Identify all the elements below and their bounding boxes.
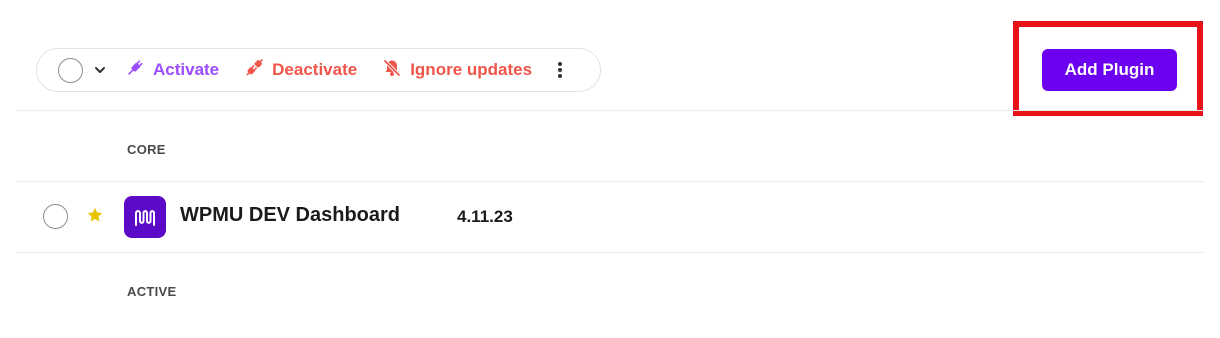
activate-button[interactable]: Activate [125, 58, 219, 83]
deactivate-label: Deactivate [272, 60, 358, 79]
chevron-down-icon[interactable] [93, 63, 107, 77]
divider [16, 252, 1204, 253]
plugin-name[interactable]: WPMU DEV Dashboard [180, 204, 400, 227]
divider [16, 110, 1204, 111]
bell-off-icon [382, 58, 402, 83]
ignore-updates-button[interactable]: Ignore updates [382, 58, 532, 83]
star-icon[interactable] [86, 206, 104, 224]
divider [16, 181, 1204, 182]
plugin-logo-icon [124, 196, 166, 238]
kebab-menu-icon[interactable] [556, 60, 564, 80]
plugins-page: Activate Deactivate Ignore updates Add P… [0, 0, 1220, 338]
section-label-active: ACTIVE [127, 284, 177, 299]
plugin-version: 4.11.23 [457, 207, 513, 226]
deactivate-button[interactable]: Deactivate [244, 58, 357, 83]
add-plugin-button[interactable]: Add Plugin [1042, 49, 1177, 91]
select-all-checkbox[interactable] [58, 57, 83, 83]
section-label-core: CORE [127, 142, 166, 157]
plugin-row-checkbox[interactable] [43, 204, 68, 229]
bulk-actions-toolbar: Activate Deactivate Ignore updates [36, 48, 601, 92]
plug-disconnect-icon [244, 58, 264, 83]
plug-connect-icon [125, 58, 145, 83]
ignore-updates-label: Ignore updates [410, 60, 533, 79]
activate-label: Activate [153, 60, 220, 79]
